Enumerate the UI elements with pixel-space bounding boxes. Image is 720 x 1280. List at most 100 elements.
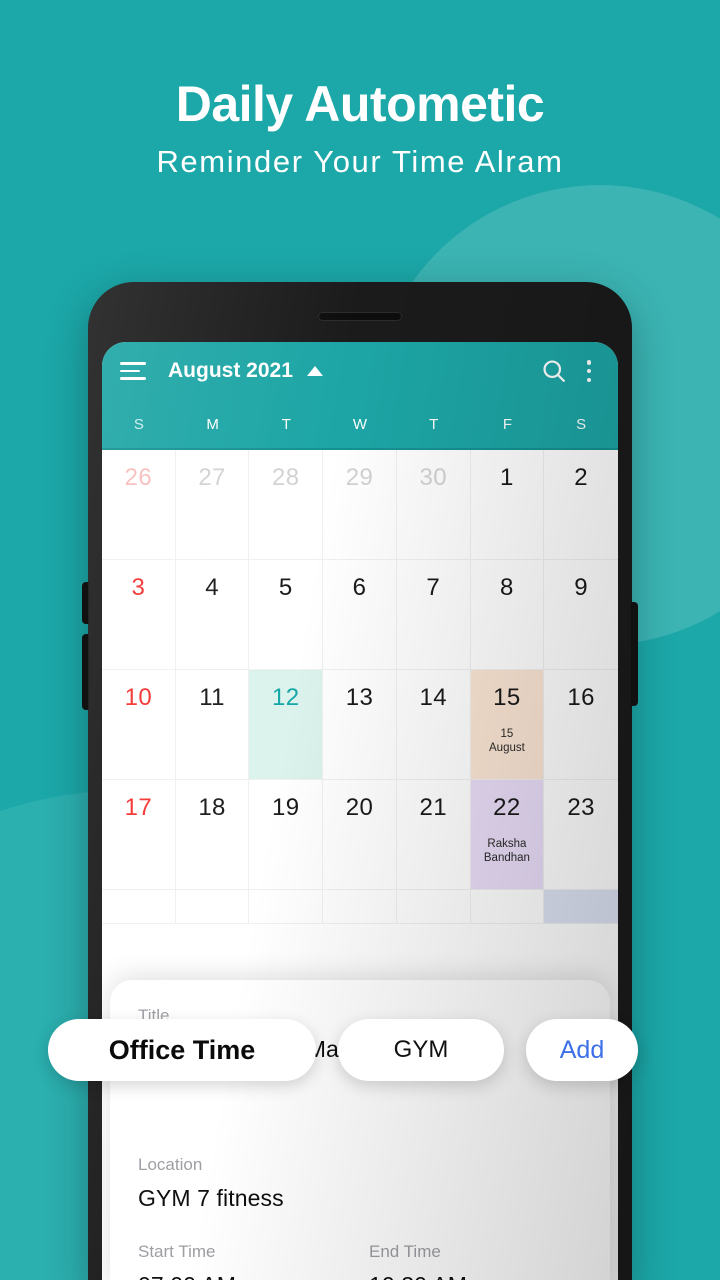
calendar-day-cell[interactable]: 4 [175,560,250,670]
calendar-day-cell[interactable] [102,890,176,924]
weekday-tue: T [281,415,291,433]
weekday-sat: S [576,415,587,433]
day-number: 16 [567,684,595,711]
search-icon[interactable] [540,357,568,385]
calendar-grid: 26 27 28 29 30 1 2 3 4 5 6 7 8 9 10 11 12 13 14 15 15 August 1… [102,450,618,924]
day-number: 6 [352,574,367,601]
day-number: 21 [419,794,447,821]
calendar-day-cell[interactable] [470,890,545,924]
calendar-day-cell[interactable]: 1 [470,450,545,560]
volume-up-button[interactable] [82,582,89,624]
month-year-title[interactable]: August 2021 [168,359,293,383]
calendar-day-cell[interactable]: 11 [175,670,250,780]
calendar-day-cell[interactable]: 16 [544,670,618,780]
calendar-day-cell[interactable]: 9 [544,560,618,670]
day-number: 17 [124,794,153,821]
calendar-day-cell[interactable]: 5 [249,560,324,670]
caret-up-icon[interactable] [306,366,323,376]
calendar-day-cell[interactable]: 26 [102,450,176,560]
calendar-day-cell[interactable]: 6 [323,560,397,670]
power-button[interactable] [631,602,638,706]
chip-office-time[interactable]: Office Time [48,1019,316,1081]
calendar-day-cell[interactable]: 3 [102,560,176,670]
day-number: 4 [205,574,219,601]
calendar-day-cell[interactable]: 7 [396,560,471,670]
hero-subtitle: Reminder Your Time Alram [156,143,564,179]
calendar-day-cell[interactable]: 8 [470,560,545,670]
day-number: 2 [574,464,589,491]
earpiece-speaker [318,312,402,321]
hamburger-icon[interactable] [120,362,146,380]
day-number: 18 [198,794,226,821]
category-chips: Office Time GYM Add [48,1019,648,1081]
calendar-day-cell[interactable]: 17 [102,780,176,890]
calendar-day-cell[interactable] [323,890,397,924]
calendar-day-cell[interactable]: 13 [323,670,397,780]
weekday-mon: M [206,415,219,433]
day-number: 9 [574,574,589,601]
day-event-label: 15 August [489,728,525,754]
day-number: 10 [124,684,153,711]
day-number: 26 [124,464,153,491]
kebab-menu-icon[interactable] [578,357,600,385]
end-time-label: End Time [369,1242,441,1261]
calendar-day-cell[interactable]: 23 [544,780,618,890]
day-number: 7 [426,574,441,601]
calendar-day-cell[interactable]: 15 15 August [470,670,545,780]
calendar-day-cell[interactable]: 19 [249,780,324,890]
chip-add[interactable]: Add [526,1019,638,1081]
calendar-day-cell[interactable] [175,890,250,924]
weekday-wed: W [352,415,368,433]
end-time-value[interactable]: 10:30 AM [369,1272,582,1280]
calendar-day-cell[interactable]: 28 [249,450,324,560]
chip-gym[interactable]: GYM [338,1019,504,1081]
start-time-label: Start Time [138,1242,216,1261]
day-number: 11 [199,684,225,711]
day-number: 15 [493,684,521,711]
day-number: 8 [500,574,514,601]
day-number: 30 [419,464,447,491]
calendar-day-cell[interactable] [249,890,324,924]
day-number: 29 [345,464,374,491]
day-number: 13 [345,684,374,711]
day-number: 23 [567,794,595,821]
hero-title: Daily Autometic [175,76,545,132]
day-event-label: Raksha Bandhan [483,838,530,864]
phone-screen: August 2021 S M T W T F S 26 27 28 29 30… [102,342,618,1280]
day-number: 22 [493,794,521,821]
phone-mockup: August 2021 S M T W T F S 26 27 28 29 30… [82,282,638,1280]
location-value[interactable]: GYM 7 fitness [138,1185,582,1212]
calendar-day-cell[interactable]: 27 [175,450,250,560]
calendar-day-cell[interactable]: 18 [175,780,250,890]
weekday-thu: T [429,415,439,433]
start-time-value[interactable]: 07:00 AM [138,1272,351,1280]
promo-screen: Daily Autometic Reminder Your Time Alram… [0,0,720,1280]
calendar-day-cell[interactable]: 2 [544,450,618,560]
calendar-day-cell[interactable]: 10 [102,670,176,780]
time-row: Start Time 07:00 AM End Time 10:30 AM [138,1242,582,1280]
day-number: 20 [345,794,374,821]
start-time-group: Start Time 07:00 AM [138,1242,351,1280]
day-number: 28 [272,464,300,491]
end-time-group: End Time 10:30 AM [351,1242,582,1280]
volume-down-button[interactable] [82,634,89,710]
location-label: Location [138,1155,203,1174]
weekday-fri: F [502,415,512,433]
weekday-header: S M T W T F S [102,400,618,450]
calendar-day-cell[interactable]: 30 [396,450,471,560]
calendar-day-cell[interactable]: 14 [396,670,471,780]
day-number: 19 [272,794,300,821]
calendar-day-cell[interactable]: 21 [396,780,471,890]
app-bar: August 2021 [102,342,618,400]
calendar-day-cell[interactable]: 12 [249,670,324,780]
calendar-day-cell[interactable]: 29 [323,450,397,560]
day-number: 1 [500,464,514,491]
calendar-day-cell[interactable] [544,890,618,924]
day-number: 12 [272,684,300,711]
calendar-day-cell[interactable]: 22 Raksha Bandhan [470,780,545,890]
weekday-sun: S [133,415,144,433]
calendar-day-cell[interactable]: 20 [323,780,397,890]
day-number: 3 [131,574,146,601]
calendar-day-cell[interactable] [396,890,471,924]
day-number: 5 [278,574,293,601]
